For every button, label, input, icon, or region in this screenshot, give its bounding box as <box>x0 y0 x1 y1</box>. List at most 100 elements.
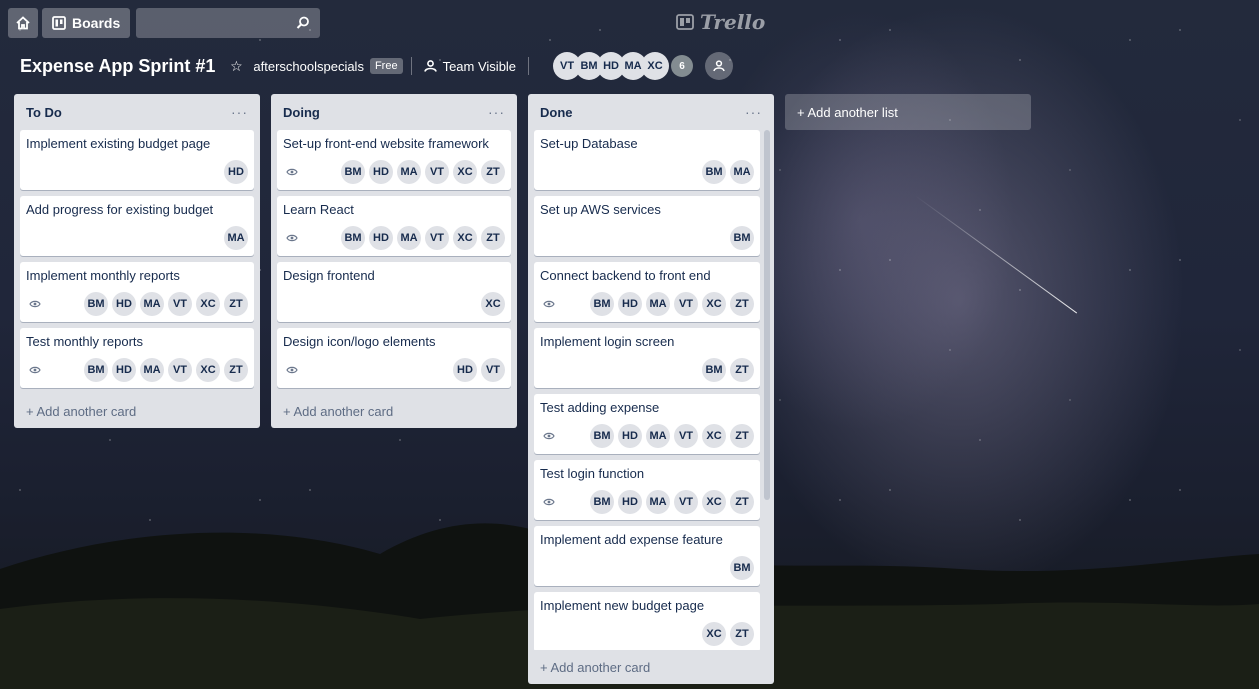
invite-member-button[interactable] <box>705 52 734 80</box>
member-avatar[interactable]: HD <box>369 160 393 184</box>
member-avatar[interactable]: VT <box>168 292 192 316</box>
watch-icon <box>286 165 306 179</box>
list-title[interactable]: Doing <box>283 105 320 120</box>
member-avatar[interactable]: ZT <box>481 160 505 184</box>
member-avatar[interactable]: MA <box>646 490 670 514</box>
member-avatar[interactable]: HD <box>112 292 136 316</box>
member-avatar[interactable]: XC <box>702 622 726 646</box>
list-done: Done ··· Set-up Database BM MA Set up AWS ser… <box>528 94 774 684</box>
member-avatar[interactable]: BM <box>702 160 726 184</box>
member-avatar[interactable]: BM <box>730 556 754 580</box>
member-avatar[interactable]: MA <box>224 226 248 250</box>
member-avatar[interactable]: VT <box>481 358 505 382</box>
member-avatar[interactable]: HD <box>224 160 248 184</box>
card[interactable]: Set up AWS services BM <box>534 196 760 256</box>
card[interactable]: Set-up front-end website framework BM HD MA… <box>277 130 511 190</box>
card[interactable]: Implement monthly reports BM HD MA VT XC ZT <box>20 262 254 322</box>
member-avatar[interactable]: XC <box>453 160 477 184</box>
member-avatar[interactable]: ZT <box>224 358 248 382</box>
list-menu-icon[interactable]: ··· <box>231 104 248 120</box>
trello-logo[interactable]: Trello <box>676 10 765 34</box>
member-avatar[interactable]: VT <box>425 160 449 184</box>
list-title[interactable]: Done <box>540 105 573 120</box>
add-card-button[interactable]: + Add another card <box>20 394 254 428</box>
search-box[interactable] <box>136 8 321 38</box>
member-avatar[interactable]: VT <box>674 292 698 316</box>
member-avatar[interactable]: VT <box>674 424 698 448</box>
card[interactable]: Test adding expense BM HD MA VT XC ZT <box>534 394 760 454</box>
member-avatar[interactable]: XC <box>702 424 726 448</box>
list-menu-icon[interactable]: ··· <box>745 104 762 120</box>
add-card-button[interactable]: + Add another card <box>277 394 511 428</box>
member-avatar[interactable]: MA <box>397 226 421 250</box>
member-avatar[interactable]: XC <box>453 226 477 250</box>
member-avatar[interactable]: HD <box>618 424 642 448</box>
member-avatar[interactable]: BM <box>702 358 726 382</box>
card-badges: BM <box>540 556 754 580</box>
member-avatar[interactable]: VT <box>425 226 449 250</box>
card[interactable]: Implement new budget page XC ZT <box>534 592 760 650</box>
member-count-badge[interactable]: 6 <box>671 55 694 77</box>
visibility-button[interactable]: Team Visible <box>420 59 520 74</box>
search-input[interactable] <box>136 8 321 38</box>
member-avatar[interactable]: MA <box>397 160 421 184</box>
visibility-label: Team Visible <box>442 58 517 74</box>
member-avatar[interactable]: XC <box>196 292 220 316</box>
member-avatar[interactable]: MA <box>140 292 164 316</box>
member-avatar[interactable]: HD <box>369 226 393 250</box>
member-avatar[interactable]: ZT <box>730 292 754 316</box>
list-title[interactable]: To Do <box>26 105 62 120</box>
member-avatar[interactable]: ZT <box>481 226 505 250</box>
member-avatar[interactable]: MA <box>140 358 164 382</box>
member-avatar[interactable]: BM <box>590 490 614 514</box>
list-menu-icon[interactable]: ··· <box>488 104 505 120</box>
add-card-button[interactable]: + Add another card <box>534 650 768 684</box>
member-avatar[interactable]: BM <box>341 226 365 250</box>
card[interactable]: Design icon/logo elements HD VT <box>277 328 511 388</box>
member-avatar[interactable]: ZT <box>730 622 754 646</box>
member-avatar[interactable]: XC <box>481 292 505 316</box>
member-avatar[interactable]: BM <box>341 160 365 184</box>
member-avatar[interactable]: MA <box>646 424 670 448</box>
card[interactable]: Test login function BM HD MA VT XC ZT <box>534 460 760 520</box>
card[interactable]: Test monthly reports BM HD MA VT XC ZT <box>20 328 254 388</box>
card[interactable]: Implement login screen BM ZT <box>534 328 760 388</box>
member-avatar[interactable]: ZT <box>224 292 248 316</box>
member-avatar[interactable]: ZT <box>730 358 754 382</box>
boards-button[interactable]: Boards <box>42 8 131 38</box>
member-avatar[interactable]: BM <box>590 424 614 448</box>
card[interactable]: Implement add expense feature BM <box>534 526 760 586</box>
member-avatar[interactable]: HD <box>112 358 136 382</box>
member-avatar[interactable]: BM <box>84 358 108 382</box>
member-avatar[interactable]: ZT <box>730 490 754 514</box>
member-avatar[interactable]: VT <box>674 490 698 514</box>
member-avatar[interactable]: VT <box>168 358 192 382</box>
add-list-button[interactable]: + Add another list <box>785 94 1031 130</box>
card[interactable]: Set-up Database BM MA <box>534 130 760 190</box>
card[interactable]: Implement existing budget page HD <box>20 130 254 190</box>
member-avatar[interactable]: BM <box>84 292 108 316</box>
search-icon[interactable] <box>296 16 310 30</box>
member-avatar[interactable]: ZT <box>730 424 754 448</box>
list-scrollbar[interactable] <box>764 130 770 500</box>
member-avatar[interactable]: HD <box>453 358 477 382</box>
card[interactable]: Learn React BM HD MA VT XC ZT <box>277 196 511 256</box>
team-button[interactable]: afterschoolspecials Free <box>253 58 403 74</box>
card[interactable]: Connect backend to front end BM HD MA VT XC ZT <box>534 262 760 322</box>
card[interactable]: Add progress for existing budget MA <box>20 196 254 256</box>
member-avatar[interactable]: XC <box>702 490 726 514</box>
member-avatar[interactable]: HD <box>618 490 642 514</box>
star-icon[interactable]: ☆ <box>223 52 249 80</box>
card[interactable]: Design frontend XC <box>277 262 511 322</box>
member-avatar[interactable]: MA <box>646 292 670 316</box>
card-badges: BM MA <box>540 160 754 184</box>
board-title[interactable]: Expense App Sprint #1 <box>12 56 223 77</box>
member-avatar[interactable]: MA <box>730 160 754 184</box>
member-avatar[interactable]: XC <box>196 358 220 382</box>
member-avatar[interactable]: BM <box>590 292 614 316</box>
home-button[interactable] <box>8 8 38 38</box>
member-avatar[interactable]: HD <box>618 292 642 316</box>
member-avatar[interactable]: BM <box>730 226 754 250</box>
member-avatar[interactable]: XC <box>702 292 726 316</box>
board-member-avatar[interactable]: VT <box>553 52 582 80</box>
